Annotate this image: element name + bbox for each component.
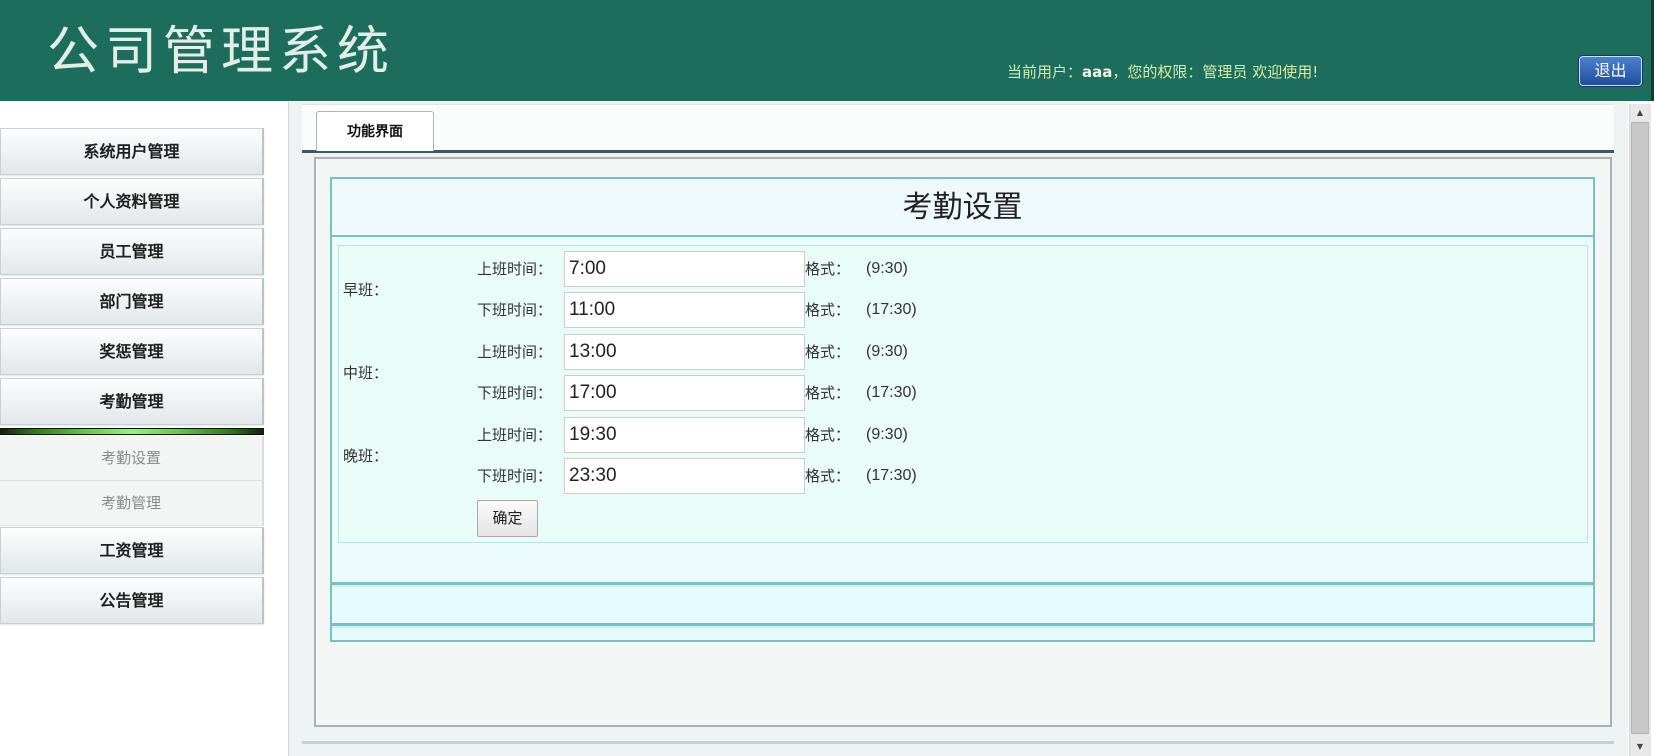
shift-label-midday: 中班： [343, 364, 389, 382]
table-divider [332, 582, 1593, 585]
username: aaa [1082, 63, 1113, 81]
welcome-text: 欢迎使用! [1252, 63, 1319, 81]
shift-label-morning: 早班： [343, 281, 389, 299]
midday-end-label: 下班时间： [477, 384, 553, 402]
sidebar-item-employees[interactable]: 员工管理 [0, 228, 264, 275]
table-row [332, 628, 1593, 639]
midday-end-input[interactable] [564, 375, 805, 411]
active-menu-indicator [0, 428, 264, 435]
format-label: 格式： [805, 301, 851, 319]
sidebar-item-system-users[interactable]: 系统用户管理 [0, 128, 264, 175]
sidebar-subitem-attendance-management[interactable]: 考勤管理 [0, 481, 264, 526]
sidebar-item-profile[interactable]: 个人资料管理 [0, 178, 264, 225]
scroll-down-icon[interactable]: ▼ [1631, 740, 1649, 754]
confirm-button[interactable]: 确定 [477, 500, 538, 537]
user-info: 当前用户：aaa，您的权限：管理员 欢迎使用! [1007, 60, 1318, 84]
frame-bottom-edge [302, 741, 1614, 744]
night-start-input[interactable] [564, 417, 805, 453]
panel-title: 考勤设置 [332, 179, 1593, 237]
sidebar-item-rewards-penalties[interactable]: 奖惩管理 [0, 328, 264, 375]
app-title: 公司管理系统 [47, 22, 396, 82]
tab-strip [302, 104, 1614, 152]
app-header: 公司管理系统 当前用户：aaa，您的权限：管理员 欢迎使用! 退出 [0, 0, 1654, 101]
night-end-input[interactable] [564, 458, 805, 494]
format-label: 格式： [805, 467, 851, 485]
scrollbar-thumb[interactable] [1631, 122, 1649, 734]
format-label: 格式： [805, 260, 851, 278]
table-row [332, 587, 1593, 622]
user-role: 管理员 [1202, 63, 1248, 81]
scroll-up-icon[interactable]: ▲ [1631, 106, 1649, 120]
morning-start-label: 上班时间： [477, 260, 553, 278]
tab-underline [302, 150, 1614, 153]
shift-label-night: 晚班： [343, 447, 389, 465]
format-label: 格式： [805, 384, 851, 402]
midday-start-label: 上班时间： [477, 343, 553, 361]
morning-end-input[interactable] [564, 292, 805, 328]
format-hint: (9:30) [866, 260, 908, 277]
midday-start-input[interactable] [564, 334, 805, 370]
night-end-label: 下班时间： [477, 467, 553, 485]
format-label: 格式： [805, 426, 851, 444]
sidebar-item-announcements[interactable]: 公告管理 [0, 577, 264, 624]
morning-end-label: 下班时间： [477, 301, 553, 319]
format-label: 格式： [805, 343, 851, 361]
format-hint: (9:30) [866, 343, 908, 360]
table-divider [332, 623, 1593, 626]
night-start-label: 上班时间： [477, 426, 553, 444]
sidebar-item-salary[interactable]: 工资管理 [0, 527, 264, 574]
user-label: 当前用户： [1007, 63, 1083, 81]
morning-start-input[interactable] [564, 251, 805, 287]
tab-function-view[interactable]: 功能界面 [316, 111, 434, 151]
format-hint: (9:30) [866, 426, 908, 443]
format-hint: (17:30) [866, 384, 917, 401]
logout-button[interactable]: 退出 [1579, 56, 1642, 86]
role-label: ，您的权限： [1112, 63, 1203, 81]
sidebar-item-attendance[interactable]: 考勤管理 [0, 378, 264, 425]
sidebar-item-departments[interactable]: 部门管理 [0, 278, 264, 325]
format-hint: (17:30) [866, 467, 917, 484]
format-hint: (17:30) [866, 301, 917, 318]
sidebar-subitem-attendance-settings[interactable]: 考勤设置 [0, 436, 264, 481]
